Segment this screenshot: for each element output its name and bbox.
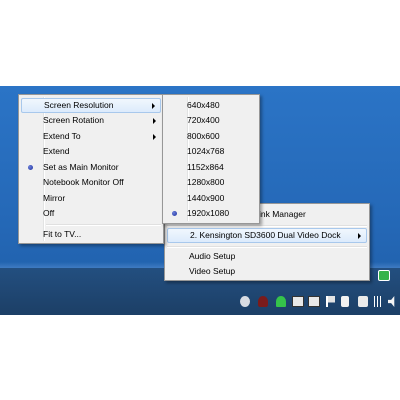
resolution-submenu: 640x480 720x400 800x600 1024x768 1152x86… xyxy=(162,94,260,224)
resolution-1152x864[interactable]: 1152x864 xyxy=(165,160,257,175)
menu-separator xyxy=(46,224,161,226)
menu-item-label: 1152x864 xyxy=(187,162,224,172)
menu-item-label: Video Setup xyxy=(189,266,236,276)
submenu-arrow-icon xyxy=(153,134,156,140)
menu-item-label: Audio Setup xyxy=(189,251,236,261)
notebook-monitor-off-item[interactable]: Notebook Monitor Off xyxy=(21,175,161,190)
menu-item-label: Off xyxy=(43,208,55,218)
menu-item-label: 1024x768 xyxy=(187,146,225,156)
menu-separator xyxy=(167,246,367,248)
video-setup-item[interactable]: Video Setup xyxy=(167,264,367,279)
tray-volume-icon[interactable] xyxy=(388,296,395,307)
menu-item-label: Screen Resolution xyxy=(44,100,114,110)
menu-item-label: Mirror xyxy=(43,193,66,203)
submenu-arrow-icon xyxy=(153,118,156,124)
resolution-720x400[interactable]: 720x400 xyxy=(165,113,257,128)
resolution-1024x768[interactable]: 1024x768 xyxy=(165,144,257,159)
menu-item-label: 640x480 xyxy=(187,100,220,110)
radio-selected-icon xyxy=(28,165,33,170)
main-context-menu: Screen Resolution Screen Rotation Extend… xyxy=(18,94,164,244)
menu-item-label: Extend To xyxy=(43,131,81,141)
resolution-1920x1080[interactable]: 1920x1080 xyxy=(165,206,257,221)
menu-item-label: Fit to TV... xyxy=(43,229,82,239)
menu-item-label: Screen Rotation xyxy=(43,115,104,125)
resolution-1440x900[interactable]: 1440x900 xyxy=(165,191,257,206)
tray-display-icon[interactable] xyxy=(292,296,304,307)
tray-app-icon[interactable] xyxy=(240,296,250,307)
resolution-800x600[interactable]: 800x600 xyxy=(165,129,257,144)
tray-shield-icon[interactable] xyxy=(258,296,268,307)
resolution-1280x800[interactable]: 1280x800 xyxy=(165,175,257,190)
tray-monitor-icon[interactable] xyxy=(308,296,320,307)
menu-separator xyxy=(167,225,367,227)
tray-battery-icon[interactable] xyxy=(358,296,368,307)
tray-device-icon[interactable] xyxy=(341,296,349,307)
menu-item-label: 1280x800 xyxy=(187,177,225,187)
extend-to-item[interactable]: Extend To xyxy=(21,129,161,144)
audio-setup-item[interactable]: Audio Setup xyxy=(167,249,367,264)
menu-item-label: 2. Kensington SD3600 Dual Video Dock xyxy=(190,230,341,240)
fit-to-tv-item[interactable]: Fit to TV... xyxy=(21,227,161,242)
mirror-item[interactable]: Mirror xyxy=(21,191,161,206)
submenu-arrow-icon xyxy=(358,233,361,239)
system-tray xyxy=(240,270,400,310)
menu-item-label: 800x600 xyxy=(187,131,220,141)
menu-item-label: Notebook Monitor Off xyxy=(43,177,124,187)
menu-item-label: 1920x1080 xyxy=(187,208,230,218)
submenu-arrow-icon xyxy=(152,103,155,109)
off-item[interactable]: Off xyxy=(21,206,161,221)
kensington-dock-item[interactable]: 2. Kensington SD3600 Dual Video Dock xyxy=(167,228,367,243)
tray-signal-icon[interactable] xyxy=(373,296,382,307)
tray-display-link-icon[interactable] xyxy=(378,270,390,281)
menu-item-label: Set as Main Monitor xyxy=(43,162,119,172)
tray-flag-icon[interactable] xyxy=(326,296,335,307)
set-main-monitor-item[interactable]: Set as Main Monitor xyxy=(21,160,161,175)
tray-wireless-icon[interactable] xyxy=(276,296,286,307)
screen-resolution-item[interactable]: Screen Resolution xyxy=(21,98,161,113)
radio-selected-icon xyxy=(172,211,177,216)
menu-item-label: ink Manager xyxy=(259,209,306,219)
menu-item-label: 720x400 xyxy=(187,115,220,125)
menu-item-label: 1440x900 xyxy=(187,193,225,203)
resolution-640x480[interactable]: 640x480 xyxy=(165,98,257,113)
extend-item[interactable]: Extend xyxy=(21,144,161,159)
menu-item-label: Extend xyxy=(43,146,70,156)
screen-rotation-item[interactable]: Screen Rotation xyxy=(21,113,161,128)
